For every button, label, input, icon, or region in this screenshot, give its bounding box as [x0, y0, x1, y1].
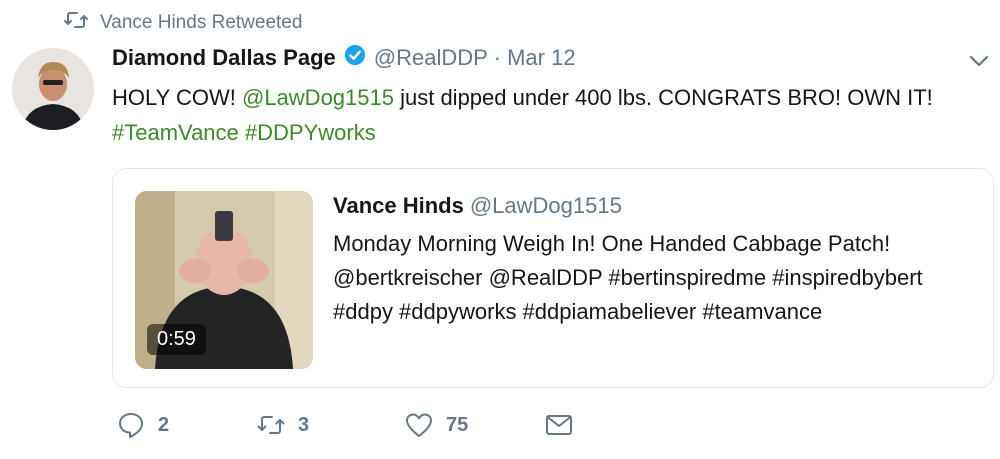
- like-button[interactable]: 75: [404, 410, 544, 440]
- quoted-text: Monday Morning Weigh In! One Handed Cabb…: [333, 231, 923, 324]
- hashtag-link[interactable]: #TeamVance: [112, 120, 239, 145]
- display-name[interactable]: Diamond Dallas Page: [112, 45, 336, 71]
- hashtag-link[interactable]: #DDPYworks: [245, 120, 376, 145]
- avatar[interactable]: [12, 48, 94, 130]
- reply-icon: [119, 413, 143, 438]
- retweet-button[interactable]: 3: [256, 410, 404, 440]
- quoted-header: Vance Hinds @LawDog1515: [333, 193, 622, 219]
- retweet-count: 3: [298, 413, 310, 436]
- envelope-icon: [546, 415, 572, 435]
- separator: ·: [493, 45, 502, 70]
- tweet-actions: 2 3 75: [112, 410, 574, 440]
- reply-count: 2: [158, 413, 170, 436]
- quoted-display-name[interactable]: Vance Hinds: [333, 193, 464, 218]
- retweet-icon: [257, 416, 285, 434]
- handle[interactable]: @RealDDP: [374, 45, 488, 71]
- retweet-context-text: Vance Hinds Retweeted: [100, 12, 303, 33]
- like-count: 75: [446, 413, 469, 436]
- reply-button[interactable]: 2: [116, 410, 256, 440]
- video-thumbnail[interactable]: 0:59: [135, 191, 313, 369]
- heart-icon: [406, 413, 432, 437]
- quoted-tweet-card[interactable]: 0:59 Vance Hinds @LawDog1515 Monday Morni…: [112, 168, 994, 388]
- mention-link[interactable]: @LawDog1515: [242, 85, 394, 110]
- retweet-context[interactable]: Vance Hinds Retweeted: [64, 10, 302, 36]
- tweet-header: Diamond Dallas Page @RealDDP · Mar 12: [112, 44, 576, 72]
- direct-message-button[interactable]: [544, 410, 574, 440]
- quoted-handle[interactable]: @LawDog1515: [470, 193, 622, 218]
- chevron-down-icon[interactable]: [968, 54, 990, 68]
- tweet-text: HOLY COW! @LawDog1515 just dipped under …: [112, 85, 933, 145]
- retweet-icon: [64, 10, 88, 36]
- video-duration: 0:59: [147, 324, 206, 355]
- verified-badge-icon: [336, 44, 374, 72]
- tweet-date[interactable]: Mar 12: [507, 45, 575, 71]
